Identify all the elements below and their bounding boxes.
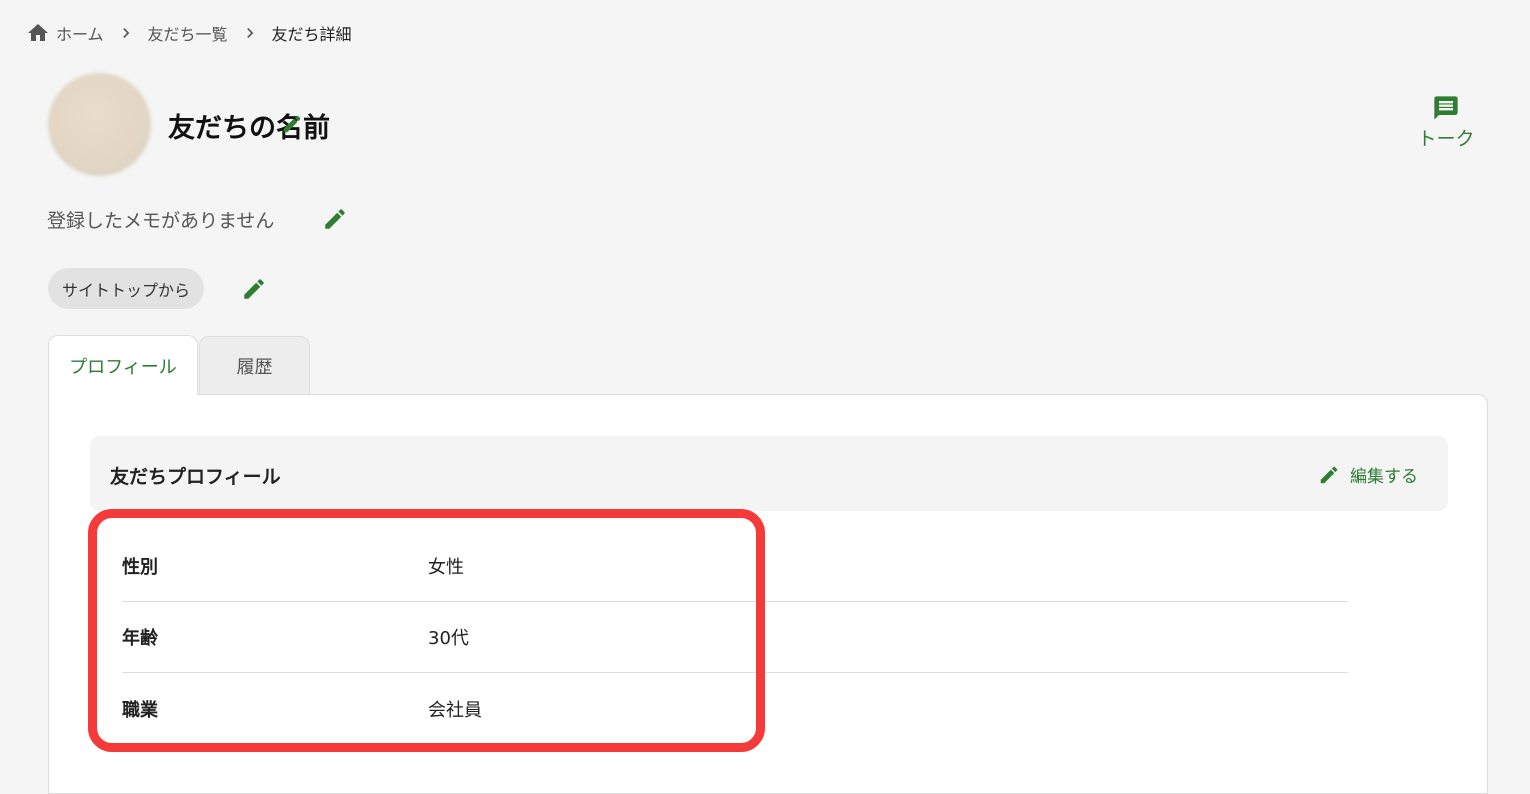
edit-profile-label: 編集する	[1350, 467, 1418, 487]
breadcrumb: ホーム 友だち一覧 友だち詳細	[26, 20, 352, 46]
memo-edit-pencil-icon[interactable]	[322, 206, 348, 232]
panel-title: 友だちプロフィール	[110, 466, 281, 488]
pencil-icon	[1318, 464, 1340, 486]
profile-panel: 友だちプロフィール 編集する 性別 女性 年齢 30代 職業 会社員	[48, 394, 1488, 794]
friend-name: 友だちの名前	[168, 113, 330, 144]
chat-icon	[1432, 94, 1460, 122]
row-key: 職業	[122, 699, 158, 721]
row-value: 会社員	[428, 699, 482, 721]
home-icon[interactable]	[26, 21, 50, 45]
edit-profile-button[interactable]: 編集する	[1318, 462, 1418, 487]
row-value: 30代	[428, 628, 469, 649]
row-key: 年齢	[122, 628, 158, 649]
chevron-right-icon	[240, 23, 260, 43]
tab-profile[interactable]: プロフィール	[48, 335, 198, 395]
talk-label: トーク	[1417, 128, 1475, 150]
tag-edit-pencil-icon[interactable]	[241, 276, 267, 302]
breadcrumb-current: 友だち詳細	[271, 25, 352, 44]
row-value: 女性	[428, 557, 464, 578]
profile-rows: 性別 女性 年齢 30代 職業 会社員	[122, 531, 1348, 744]
row-key: 性別	[122, 557, 158, 578]
table-row: 性別 女性	[122, 531, 1348, 602]
panel-header: 友だちプロフィール 編集する	[90, 436, 1448, 511]
name-edit-pencil-icon[interactable]	[281, 113, 303, 135]
tab-history[interactable]: 履歴	[199, 336, 310, 395]
chevron-right-icon	[116, 23, 136, 43]
tab-bar: プロフィール 履歴	[48, 335, 310, 395]
table-row: 職業 会社員	[122, 673, 1348, 744]
table-row: 年齢 30代	[122, 602, 1348, 673]
memo-text: 登録したメモがありません	[47, 210, 275, 232]
breadcrumb-home[interactable]: ホーム	[56, 21, 104, 45]
talk-button[interactable]: トーク	[1414, 94, 1478, 151]
avatar	[47, 72, 152, 177]
breadcrumb-friend-list[interactable]: 友だち一覧	[148, 21, 228, 45]
tag-chip: サイトトップから	[48, 268, 205, 309]
